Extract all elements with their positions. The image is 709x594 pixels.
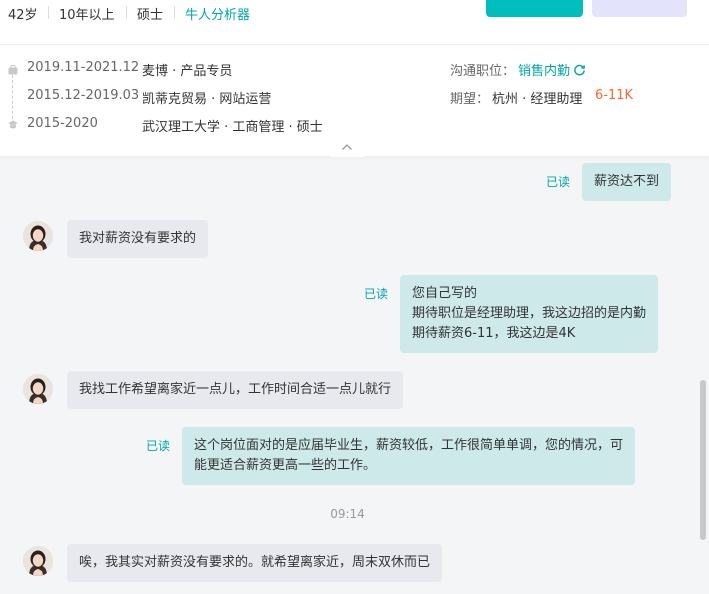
age-label: 42岁 <box>8 8 38 23</box>
message-text-line: 能更适合薪资更高一些的工作。 <box>194 458 377 473</box>
message-outgoing: 您自己写的 期待职位是经理助理，我这边招的是内勤 期待薪资6-11，我这边是4K <box>400 275 659 353</box>
message-text-line: 期待薪资6-11，我这边是4K <box>412 326 576 341</box>
message-text: 我找工作希望离家近一点儿，工作时间合适一点儿就行 <box>79 382 392 397</box>
divider <box>126 6 127 19</box>
message-outgoing: 这个岗位面对的是应届毕业生，薪资较低，工作很简单单调，您的情况，可 能更适合薪资… <box>182 427 636 485</box>
read-status: 已读 <box>146 439 171 453</box>
message-incoming: 唉，我其实对薪资没有要求的。就希望离家近，周末双休而已 <box>67 544 443 582</box>
secondary-action-button[interactable] <box>592 0 687 17</box>
chevron-up-icon <box>342 144 352 150</box>
message-text: 唉，我其实对薪资没有要求的。就希望离家近，周末双休而已 <box>79 555 431 570</box>
message-incoming: 我找工作希望离家近一点儿，工作时间合适一点儿就行 <box>67 371 404 409</box>
briefcase-icon <box>8 65 18 75</box>
timeline-line <box>12 75 13 119</box>
candidate-header: 42岁 10年以上 硕士 牛人分析器 <box>0 0 709 44</box>
expectation-label: 期望： <box>450 92 490 107</box>
message-text-line: 期待职位是经理助理，我这边招的是内勤 <box>412 306 647 321</box>
message-outgoing: 薪资达不到 <box>582 163 672 201</box>
contact-position-value[interactable]: 销售内勤 <box>518 60 570 79</box>
divider <box>48 6 49 19</box>
expected-salary: 6-11K <box>595 88 634 103</box>
message-text: 薪资达不到 <box>594 174 660 189</box>
education-school: 武汉理工大学 · 工商管理 · 硕士 <box>142 120 323 135</box>
message-incoming: 我对薪资没有要求的 <box>67 220 209 258</box>
experience-label: 10年以上 <box>59 8 115 23</box>
work-company-role: 凯蒂克贸易 · 网站运营 <box>142 92 272 107</box>
candidate-avatar[interactable] <box>23 546 53 576</box>
work-period: 2015.12-2019.03 <box>27 88 140 103</box>
message-text-line: 这个岗位面对的是应届毕业生，薪资较低，工作很简单单调，您的情况，可 <box>194 438 624 453</box>
contact-position-label: 沟通职位： <box>450 64 516 79</box>
read-status: 已读 <box>364 287 389 301</box>
expectation-value: 杭州 · 经理助理 <box>492 92 583 107</box>
chat-scrollbar[interactable] <box>700 380 706 540</box>
message-text: 我对薪资没有要求的 <box>79 231 197 246</box>
candidate-avatar[interactable] <box>23 221 53 251</box>
read-status: 已读 <box>546 175 571 189</box>
collapse-details-toggle[interactable] <box>330 137 364 157</box>
analyzer-link[interactable]: 牛人分析器 <box>185 4 250 23</box>
primary-action-button[interactable] <box>486 0 583 17</box>
message-text-line: 您自己写的 <box>412 286 478 301</box>
avatar-image <box>23 374 53 404</box>
work-period: 2019.11-2021.12 <box>27 60 140 75</box>
switch-icon[interactable] <box>573 63 586 76</box>
education-period: 2015-2020 <box>27 116 98 131</box>
avatar-image <box>23 221 53 251</box>
candidate-avatar[interactable] <box>23 374 53 404</box>
graduation-cap-icon <box>8 120 18 129</box>
education-label: 硕士 <box>137 8 164 23</box>
work-company-role: 麦博 · 产品专员 <box>142 64 233 79</box>
divider <box>174 6 175 19</box>
avatar-image <box>23 546 53 576</box>
message-timestamp: 09:14 <box>330 507 365 521</box>
